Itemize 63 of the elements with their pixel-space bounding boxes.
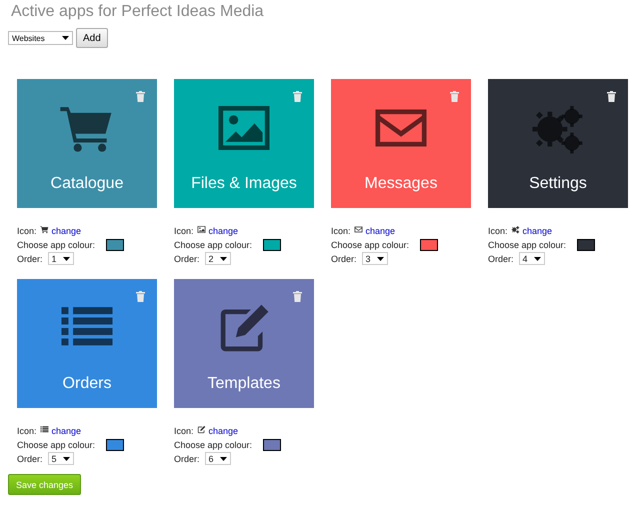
caret-icon bbox=[62, 456, 70, 460]
edit-icon bbox=[196, 425, 206, 434]
icon-label: Icon: bbox=[174, 426, 194, 436]
app-type-select[interactable]: Websites bbox=[8, 31, 73, 45]
change-link[interactable]: change bbox=[52, 226, 82, 236]
order-label: Order: bbox=[17, 254, 43, 264]
colour-swatch[interactable] bbox=[106, 438, 124, 450]
order-select[interactable]: 6 bbox=[204, 452, 231, 465]
order-select[interactable]: 4 bbox=[518, 252, 545, 265]
caret-icon bbox=[220, 456, 227, 460]
caret-icon bbox=[62, 256, 70, 260]
colour-label: Choose app colour: bbox=[331, 240, 410, 250]
icon-label: Icon: bbox=[488, 226, 508, 236]
caret-icon bbox=[376, 256, 384, 260]
order-label: Order: bbox=[174, 454, 200, 464]
trash-icon[interactable] bbox=[607, 91, 616, 102]
order-label: Order: bbox=[331, 254, 357, 264]
colour-swatch[interactable] bbox=[263, 438, 282, 450]
colour-label: Choose app colour: bbox=[17, 440, 96, 450]
app-name: Settings bbox=[529, 175, 587, 193]
change-link[interactable]: change bbox=[208, 426, 238, 436]
gears-icon bbox=[510, 225, 520, 234]
colour-label: Choose app colour: bbox=[174, 440, 252, 450]
icon-label: Icon: bbox=[174, 226, 194, 236]
order-select[interactable]: 5 bbox=[48, 452, 74, 465]
app-tile[interactable]: Catalogue bbox=[17, 79, 157, 208]
app-tile[interactable]: Settings bbox=[488, 79, 628, 208]
cart-icon bbox=[40, 225, 49, 234]
colour-swatch[interactable] bbox=[106, 238, 124, 250]
app-name: Orders bbox=[62, 375, 112, 393]
list-icon bbox=[40, 425, 49, 434]
icon-label: Icon: bbox=[17, 426, 37, 436]
colour-label: Choose app colour: bbox=[488, 240, 566, 250]
image-icon bbox=[196, 225, 206, 234]
app-name: Templates bbox=[208, 375, 280, 393]
order-label: Order: bbox=[488, 254, 514, 264]
app-tile[interactable]: Orders bbox=[17, 279, 157, 408]
add-button[interactable]: Add bbox=[76, 28, 108, 48]
change-link[interactable]: change bbox=[522, 226, 552, 236]
colour-swatch[interactable] bbox=[420, 238, 438, 250]
order-label: Order: bbox=[174, 254, 200, 264]
envelope-icon bbox=[354, 225, 363, 234]
order-select[interactable]: 1 bbox=[48, 252, 74, 265]
colour-swatch[interactable] bbox=[577, 238, 596, 250]
caret-icon bbox=[534, 256, 541, 260]
caret-icon bbox=[220, 256, 227, 260]
change-link[interactable]: change bbox=[52, 426, 82, 436]
icon-label: Icon: bbox=[331, 226, 351, 236]
app-name: Catalogue bbox=[50, 175, 124, 193]
colour-label: Choose app colour: bbox=[17, 240, 96, 250]
order-select[interactable]: 3 bbox=[362, 252, 388, 265]
colour-swatch[interactable] bbox=[263, 238, 282, 250]
app-tile[interactable]: Templates bbox=[174, 279, 314, 408]
colour-label: Choose app colour: bbox=[174, 240, 252, 250]
app-name: Files & Images bbox=[191, 175, 297, 193]
app-name: Messages bbox=[364, 175, 438, 193]
order-select[interactable]: 2 bbox=[204, 252, 231, 265]
page-title: Active apps for Perfect Ideas Media bbox=[11, 3, 265, 22]
order-label: Order: bbox=[17, 454, 43, 464]
change-link[interactable]: change bbox=[208, 226, 238, 236]
caret-icon bbox=[62, 36, 69, 40]
icon-label: Icon: bbox=[17, 226, 37, 236]
change-link[interactable]: change bbox=[366, 226, 396, 236]
